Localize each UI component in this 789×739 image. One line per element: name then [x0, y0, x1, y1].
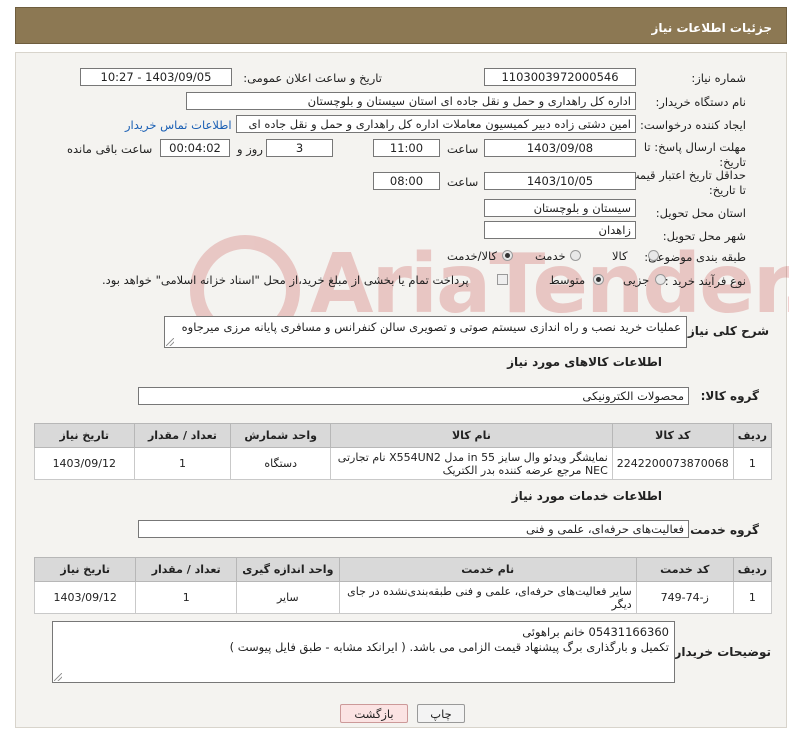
services-col-qty: تعداد / مقدار: [135, 557, 238, 582]
category-radio-service[interactable]: [570, 250, 581, 261]
process-label: نوع فرآیند خرید :: [664, 274, 746, 288]
price-validity-label: حداقل تاریخ اعتبار قیمت: تا تاریخ:: [624, 168, 746, 197]
category-radio-goods[interactable]: [648, 250, 659, 261]
print-button[interactable]: چاپ: [417, 704, 465, 723]
services-group-label: گروه خدمت:: [685, 523, 759, 537]
creator-field[interactable]: امین دشتی زاده دبیر کمیسیون معاملات ادار…: [236, 115, 636, 133]
goods-table-header: ردیف کد کالا نام کالا واحد شمارش تعداد /…: [34, 423, 773, 448]
goods-cell-row: 1: [732, 447, 773, 480]
buyer-contact-link[interactable]: اطلاعات تماس خریدار: [125, 118, 232, 132]
days-label: روز و: [237, 142, 263, 156]
goods-col-code: کد کالا: [611, 423, 734, 448]
reply-time-label: ساعت: [447, 142, 479, 156]
category-label: طبقه بندی موضوعی:: [644, 250, 746, 264]
remaining-time-label: ساعت باقی مانده: [67, 142, 153, 156]
need-number-label: شماره نیاز:: [691, 71, 746, 85]
services-col-name: نام خدمت: [338, 557, 637, 582]
price-time-field[interactable]: 08:00: [373, 172, 440, 190]
category-option-goods: کالا: [612, 249, 628, 263]
province-label: استان محل تحویل:: [655, 206, 746, 220]
reply-date-field[interactable]: 1403/09/08: [484, 139, 636, 157]
buyer-notes-textarea[interactable]: 05431166360 خانم براهوئی تکمیل و بارگذار…: [52, 621, 675, 683]
back-button[interactable]: بازگشت: [340, 704, 408, 723]
services-group-field[interactable]: فعالیت‌های حرفه‌ای، علمی و فنی: [138, 520, 689, 538]
goods-cell-unit: دستگاه: [230, 447, 332, 480]
goods-group-field[interactable]: محصولات الکترونیکی: [138, 387, 689, 405]
goods-cell-qty: 1: [133, 447, 232, 480]
services-cell-name: سایر فعالیت‌های حرفه‌ای، علمی و فنی طبقه…: [338, 581, 637, 614]
process-radio-medium[interactable]: [593, 274, 604, 285]
description-text: عملیات خرید نصب و راه اندازی سیستم صوتی …: [181, 320, 681, 334]
category-option-goods-service: کالا/خدمت: [447, 249, 498, 263]
city-field[interactable]: زاهدان: [484, 221, 636, 239]
announce-field[interactable]: 1403/09/05 - 10:27: [80, 68, 232, 86]
goods-group-label: گروه کالا:: [700, 389, 759, 403]
services-col-unit: واحد اندازه گیری: [236, 557, 340, 582]
goods-col-date: تاریخ نیاز: [34, 423, 135, 448]
services-cell-qty: 1: [135, 581, 238, 614]
goods-cell-code: 2242200073870068: [611, 447, 734, 480]
services-col-row: ردیف: [732, 557, 773, 582]
description-label: شرح کلی نیاز:: [683, 324, 769, 338]
goods-section-title: اطلاعات کالاهای مورد نیاز: [507, 355, 662, 369]
services-col-code: کد خدمت: [635, 557, 734, 582]
remaining-time-field[interactable]: 00:04:02: [160, 139, 230, 157]
treasury-payment-checkbox[interactable]: [497, 274, 508, 285]
services-cell-code: ز-74-749: [635, 581, 734, 614]
table-row: 1 2242200073870068 نمایشگر ویدئو وال سای…: [34, 447, 773, 480]
need-number-field[interactable]: 1103003972000546: [484, 68, 636, 86]
goods-col-row: ردیف: [732, 423, 773, 448]
category-radio-goods-service[interactable]: [502, 250, 513, 261]
payment-note: پرداخت تمام یا بخشی از مبلغ خرید،از محل …: [102, 273, 469, 287]
buyer-notes-line1: 05431166360 خانم براهوئی: [522, 625, 669, 639]
page-header: جزئیات اطلاعات نیاز: [15, 7, 787, 44]
goods-table: ردیف کد کالا نام کالا واحد شمارش تعداد /…: [34, 423, 773, 480]
city-label: شهر محل تحویل:: [662, 229, 746, 243]
days-field[interactable]: 3: [266, 139, 333, 157]
category-option-service: خدمت: [535, 249, 566, 263]
goods-col-name: نام کالا: [330, 423, 613, 448]
buyer-notes-line2: تکمیل و بارگذاری برگ پیشنهاد قیمت الزامی…: [229, 640, 669, 654]
services-cell-row: 1: [732, 581, 773, 614]
goods-col-qty: تعداد / مقدار: [133, 423, 232, 448]
province-field[interactable]: سیستان و بلوچستان: [484, 199, 636, 217]
table-row: 1 ز-74-749 سایر فعالیت‌های حرفه‌ای، علمی…: [33, 581, 773, 614]
announce-label: تاریخ و ساعت اعلان عمومی:: [243, 71, 382, 85]
page-title: جزئیات اطلاعات نیاز: [651, 21, 772, 35]
services-col-date: تاریخ نیاز: [33, 557, 137, 582]
reply-deadline-label: مهلت ارسال پاسخ: تا تاریخ:: [643, 140, 746, 169]
goods-col-unit: واحد شمارش: [230, 423, 332, 448]
goods-cell-date: 1403/09/12: [34, 447, 135, 480]
price-date-field[interactable]: 1403/10/05: [484, 172, 636, 190]
services-table: ردیف کد خدمت نام خدمت واحد اندازه گیری ت…: [33, 557, 773, 614]
buyer-org-field[interactable]: اداره کل راهداری و حمل و نقل جاده ای است…: [186, 92, 636, 110]
buyer-notes-resize-icon[interactable]: [54, 673, 62, 681]
services-cell-date: 1403/09/12: [33, 581, 137, 614]
process-option-minor: جزیی: [623, 273, 650, 287]
process-option-medium: متوسط: [549, 273, 586, 287]
description-resize-icon[interactable]: [166, 338, 174, 346]
goods-cell-name: نمایشگر ویدئو وال سایز 55 in مدل X554UN2…: [330, 447, 613, 480]
price-time-label: ساعت: [447, 175, 479, 189]
buyer-notes-label: توضیحات خریدار:: [669, 645, 771, 659]
services-table-header: ردیف کد خدمت نام خدمت واحد اندازه گیری ت…: [33, 557, 773, 582]
creator-label: ایجاد کننده درخواست:: [640, 118, 746, 132]
services-section-title: اطلاعات خدمات مورد نیاز: [511, 489, 662, 503]
reply-time-field[interactable]: 11:00: [373, 139, 440, 157]
services-cell-unit: سایر: [236, 581, 340, 614]
buyer-org-label: نام دستگاه خریدار:: [655, 95, 746, 109]
process-radio-minor[interactable]: [655, 274, 666, 285]
description-textarea[interactable]: عملیات خرید نصب و راه اندازی سیستم صوتی …: [164, 316, 687, 348]
